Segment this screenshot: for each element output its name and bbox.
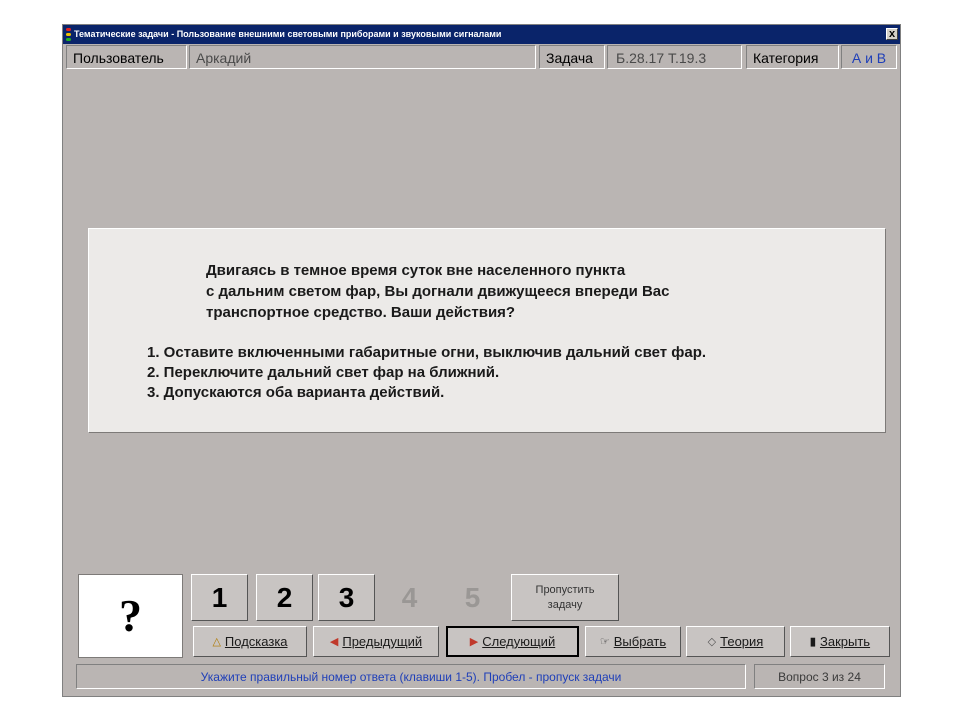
close-button[interactable]: ▮ Закрыть <box>790 626 890 657</box>
answer-option-2: 2. Переключите дальний свет фар на ближн… <box>147 364 500 381</box>
skip-task-button[interactable]: Пропустить задачу <box>511 574 619 621</box>
application-window: Тематические задачи - Пользование внешни… <box>62 24 901 697</box>
close-label: Закрыть <box>819 634 871 649</box>
theory-label: Теория <box>720 634 764 649</box>
window-close-button[interactable]: x <box>886 28 898 40</box>
theory-button[interactable]: ◇ Теория <box>686 626 785 657</box>
hint-bell-icon: △ <box>212 636 221 648</box>
answer-button-5: 5 <box>464 582 481 613</box>
arrow-left-icon: ◀ <box>329 636 339 648</box>
theory-book-icon: ◇ <box>707 636 717 648</box>
question-line: транспортное средство. Ваши действия? <box>206 304 516 321</box>
question-line: Двигаясь в темное время суток вне населе… <box>206 262 626 279</box>
select-hand-icon: ☞ <box>599 636 610 648</box>
answer-button-1[interactable]: 1 <box>191 574 248 621</box>
traffic-light-icon <box>66 28 71 41</box>
answer-option-3: 3. Допускаются оба варианта действий. <box>147 384 445 401</box>
status-hint: Укажите правильный номер ответа (клавиши… <box>76 664 746 689</box>
question-counter: Вопрос 3 из 24 <box>754 664 885 689</box>
answer-list: 1. Оставите включенными габаритные огни,… <box>147 343 706 403</box>
skip-label-line1: Пропустить <box>535 584 595 596</box>
previous-label: Предыдущий <box>342 634 423 649</box>
exit-door-icon: ▮ <box>809 636 816 648</box>
select-button[interactable]: ☞ Выбрать <box>585 626 681 657</box>
answer-option-1: 1. Оставите включенными габаритные огни,… <box>147 344 707 361</box>
task-value: Б.28.17 Т.19.3 <box>607 45 742 69</box>
user-value: Аркадий <box>189 45 536 69</box>
next-button[interactable]: ▶ Следующий <box>446 626 579 657</box>
title-bar[interactable]: Тематические задачи - Пользование внешни… <box>63 25 900 44</box>
window-title: Тематические задачи - Пользование внешни… <box>74 29 502 39</box>
task-label: Задача <box>539 45 605 69</box>
question-line: с дальним светом фар, Вы догнали движуще… <box>206 283 670 300</box>
skip-label-line2: задачу <box>547 599 583 611</box>
answer-button-4: 4 <box>401 582 418 613</box>
arrow-right-icon: ▶ <box>469 636 479 648</box>
previous-button[interactable]: ◀ Предыдущий <box>313 626 439 657</box>
category-value: А и В <box>841 45 897 69</box>
answer-button-3[interactable]: 3 <box>318 574 375 621</box>
select-label: Выбрать <box>613 634 667 649</box>
user-label: Пользователь <box>66 45 187 69</box>
question-panel: Двигаясь в темное время суток вне населе… <box>88 228 886 433</box>
next-label: Следующий <box>482 634 556 649</box>
hint-label: Подсказка <box>224 634 288 649</box>
question-text: Двигаясь в темное время суток вне населе… <box>206 260 669 323</box>
category-label: Категория <box>746 45 839 69</box>
hint-button[interactable]: △ Подсказка <box>193 626 307 657</box>
answer-indicator: ? <box>78 574 183 658</box>
answer-button-2[interactable]: 2 <box>256 574 313 621</box>
